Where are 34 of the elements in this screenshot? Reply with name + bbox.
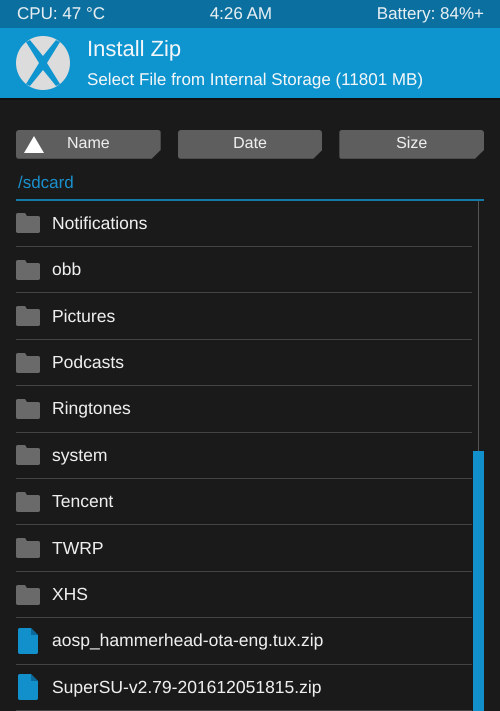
file-list-item[interactable]: TWRP (16, 525, 472, 572)
folder-icon (16, 306, 40, 326)
folder-icon (16, 352, 40, 373)
file-list-item[interactable]: SuperSU-v2.79-201612051815.zip (16, 664, 472, 711)
file-list-item[interactable]: Tencent (16, 479, 472, 526)
folder-icon (16, 584, 40, 605)
folder-icon (16, 398, 40, 419)
sort-button[interactable]: Date (178, 130, 322, 159)
file-list-item[interactable]: Pictures (16, 293, 472, 340)
file-list-item[interactable]: Ringtones (16, 386, 472, 433)
file-list-item[interactable]: system (16, 432, 472, 480)
file-list-item[interactable]: Notifications (16, 200, 472, 248)
sort-button[interactable]: Size (339, 130, 484, 159)
file-list-item[interactable]: aosp_hammerhead-ota-eng.tux.zip (16, 618, 472, 665)
file-list-item[interactable]: XHS (16, 572, 472, 618)
folder-icon (16, 213, 40, 234)
cpu-temperature: CPU: 47 °C (17, 4, 106, 24)
file-list-item[interactable]: Podcasts (16, 340, 472, 386)
folder-icon (16, 492, 40, 512)
logo-icon (16, 36, 70, 90)
folder-icon (16, 445, 40, 466)
battery-level: Battery: 84%+ (376, 4, 484, 24)
clock: 4:26 AM (210, 4, 272, 24)
folder-icon (16, 260, 40, 280)
file-icon (16, 674, 40, 700)
folder-path: /sdcard (17, 172, 75, 193)
sort-triangle-icon (24, 136, 44, 153)
file-icon (16, 628, 40, 654)
page-title: Install Zip (87, 36, 182, 62)
scrollbar[interactable] (473, 450, 484, 711)
sort-button[interactable]: Name (16, 130, 161, 159)
folder-icon (16, 538, 40, 558)
file-list-item[interactable]: obb (16, 247, 472, 294)
page-subtitle: Select File from Internal Storage (11801 MB) (87, 70, 424, 90)
